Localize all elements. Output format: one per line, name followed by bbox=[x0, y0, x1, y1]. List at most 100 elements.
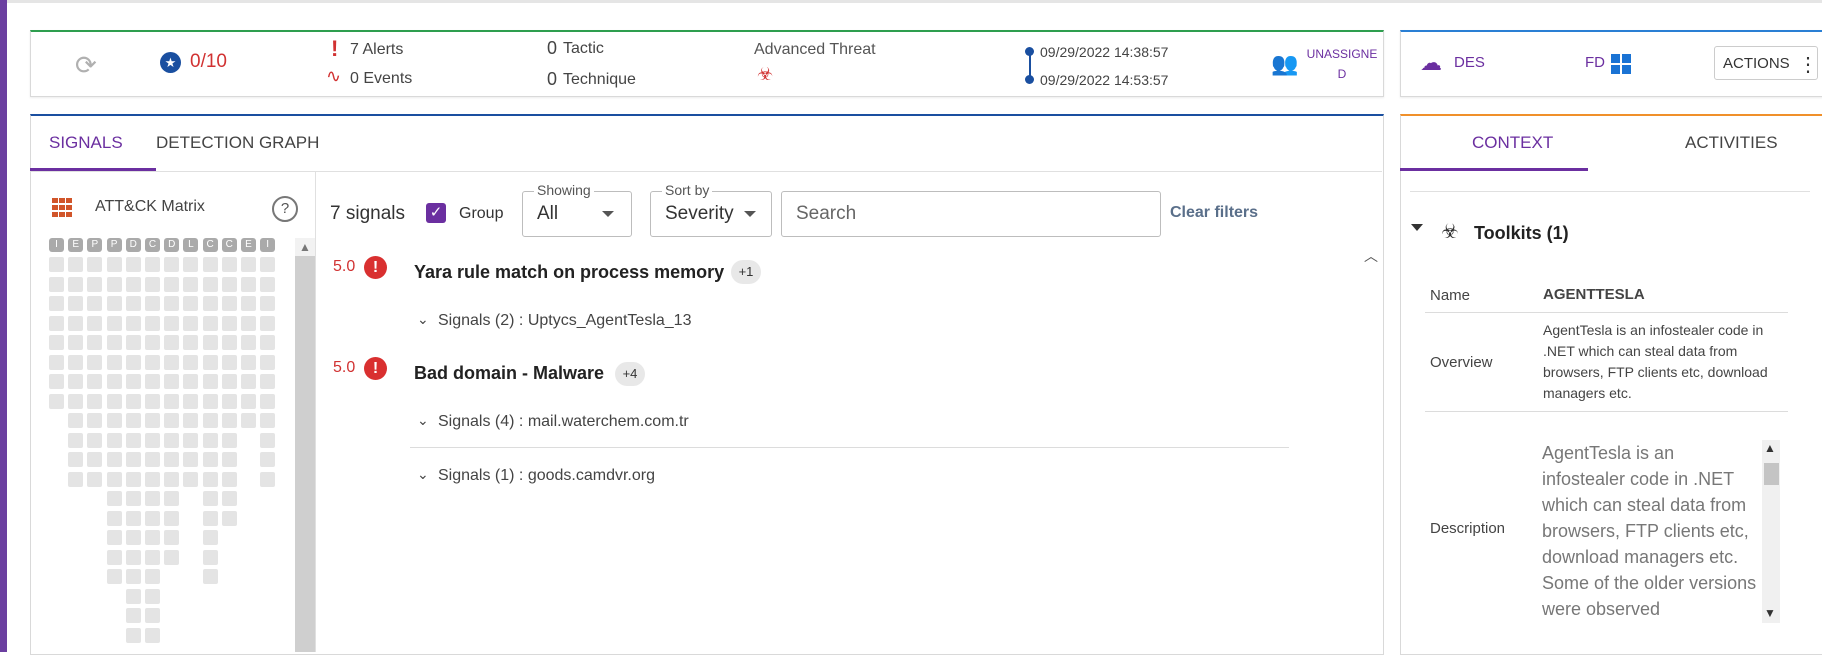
matrix-technique-cell[interactable] bbox=[164, 374, 180, 389]
matrix-technique-cell[interactable] bbox=[145, 432, 160, 448]
matrix-technique-cell[interactable] bbox=[106, 471, 122, 487]
matrix-technique-cell[interactable] bbox=[164, 491, 180, 506]
matrix-technique-cell[interactable] bbox=[49, 315, 64, 331]
matrix-technique-cell[interactable] bbox=[183, 471, 199, 487]
collapse-caret-icon[interactable] bbox=[1411, 224, 1423, 231]
chevron-down-icon[interactable]: ⌄ bbox=[417, 466, 429, 483]
matrix-technique-cell[interactable] bbox=[241, 276, 256, 292]
matrix-technique-cell[interactable] bbox=[49, 354, 64, 370]
matrix-technique-cell[interactable] bbox=[164, 393, 180, 409]
matrix-technique-cell[interactable] bbox=[202, 471, 218, 487]
matrix-technique-cell[interactable] bbox=[260, 315, 276, 331]
matrix-technique-cell[interactable] bbox=[202, 393, 218, 409]
matrix-technique-cell[interactable] bbox=[183, 413, 199, 428]
matrix-technique-cell[interactable] bbox=[202, 491, 218, 506]
matrix-tactic-header[interactable]: I bbox=[260, 238, 276, 252]
matrix-technique-cell[interactable] bbox=[183, 296, 199, 311]
matrix-technique-cell[interactable] bbox=[125, 588, 141, 604]
matrix-technique-cell[interactable] bbox=[106, 432, 122, 448]
matrix-technique-cell[interactable] bbox=[260, 354, 276, 370]
matrix-technique-cell[interactable] bbox=[202, 374, 218, 389]
matrix-technique-cell[interactable] bbox=[241, 315, 256, 331]
matrix-technique-cell[interactable] bbox=[221, 491, 237, 506]
matrix-technique-cell[interactable] bbox=[125, 608, 141, 623]
matrix-tactic-header[interactable]: C bbox=[145, 238, 160, 252]
matrix-technique-cell[interactable] bbox=[145, 276, 160, 292]
matrix-technique-cell[interactable] bbox=[202, 452, 218, 467]
matrix-technique-cell[interactable] bbox=[183, 393, 199, 409]
matrix-technique-cell[interactable] bbox=[145, 569, 160, 584]
matrix-technique-cell[interactable] bbox=[125, 393, 141, 409]
scroll-down-icon[interactable]: ▼ bbox=[1764, 606, 1776, 620]
matrix-technique-cell[interactable] bbox=[145, 413, 160, 428]
matrix-tactic-header[interactable]: D bbox=[125, 238, 141, 252]
matrix-technique-cell[interactable] bbox=[49, 335, 64, 350]
matrix-technique-cell[interactable] bbox=[106, 257, 122, 272]
matrix-technique-cell[interactable] bbox=[125, 432, 141, 448]
matrix-technique-cell[interactable] bbox=[260, 296, 276, 311]
matrix-technique-cell[interactable] bbox=[202, 335, 218, 350]
matrix-technique-cell[interactable] bbox=[145, 549, 160, 565]
matrix-technique-cell[interactable] bbox=[164, 315, 180, 331]
matrix-tactic-header[interactable]: E bbox=[68, 238, 84, 252]
matrix-technique-cell[interactable] bbox=[68, 257, 84, 272]
matrix-technique-cell[interactable] bbox=[68, 393, 84, 409]
matrix-technique-cell[interactable] bbox=[164, 471, 180, 487]
matrix-technique-cell[interactable] bbox=[125, 569, 141, 584]
description-textarea[interactable]: AgentTesla is an infostealer code in .NE… bbox=[1542, 440, 1760, 623]
matrix-tactic-header[interactable]: I bbox=[49, 238, 64, 252]
help-icon[interactable]: ? bbox=[272, 196, 298, 222]
tab-signals[interactable]: SIGNALS bbox=[49, 133, 123, 153]
matrix-technique-cell[interactable] bbox=[145, 588, 160, 604]
matrix-technique-cell[interactable] bbox=[145, 530, 160, 545]
matrix-technique-cell[interactable] bbox=[106, 413, 122, 428]
matrix-technique-cell[interactable] bbox=[145, 491, 160, 506]
matrix-technique-cell[interactable] bbox=[106, 335, 122, 350]
matrix-technique-cell[interactable] bbox=[183, 257, 199, 272]
matrix-technique-cell[interactable] bbox=[87, 452, 103, 467]
signal-group[interactable]: Signals (4) : mail.waterchem.com.tr bbox=[438, 413, 689, 431]
matrix-technique-cell[interactable] bbox=[68, 315, 84, 331]
matrix-technique-cell[interactable] bbox=[68, 413, 84, 428]
matrix-technique-cell[interactable] bbox=[87, 315, 103, 331]
matrix-technique-cell[interactable] bbox=[221, 315, 237, 331]
matrix-technique-cell[interactable] bbox=[106, 315, 122, 331]
signal-group[interactable]: Signals (2) : Uptycs_AgentTesla_13 bbox=[438, 312, 691, 330]
matrix-scrollbar[interactable] bbox=[295, 238, 315, 652]
matrix-technique-cell[interactable] bbox=[87, 374, 103, 389]
signal-title[interactable]: Yara rule match on process memory bbox=[414, 262, 724, 283]
matrix-technique-cell[interactable] bbox=[164, 335, 180, 350]
matrix-technique-cell[interactable] bbox=[221, 452, 237, 467]
matrix-technique-cell[interactable] bbox=[106, 530, 122, 545]
matrix-technique-cell[interactable] bbox=[241, 257, 256, 272]
matrix-technique-cell[interactable] bbox=[164, 549, 180, 565]
matrix-technique-cell[interactable] bbox=[125, 510, 141, 526]
matrix-technique-cell[interactable] bbox=[202, 257, 218, 272]
matrix-technique-cell[interactable] bbox=[145, 608, 160, 623]
matrix-technique-cell[interactable] bbox=[260, 335, 276, 350]
group-checkbox[interactable]: ✓ bbox=[426, 203, 446, 223]
matrix-technique-cell[interactable] bbox=[183, 335, 199, 350]
matrix-technique-cell[interactable] bbox=[106, 491, 122, 506]
matrix-technique-cell[interactable] bbox=[164, 276, 180, 292]
alerts-count[interactable]: 7 Alerts bbox=[350, 41, 403, 59]
matrix-technique-cell[interactable] bbox=[145, 452, 160, 467]
matrix-technique-cell[interactable] bbox=[145, 335, 160, 350]
matrix-technique-cell[interactable] bbox=[164, 354, 180, 370]
matrix-technique-cell[interactable] bbox=[87, 296, 103, 311]
matrix-technique-cell[interactable] bbox=[125, 530, 141, 545]
description-scroll-thumb[interactable] bbox=[1764, 463, 1779, 485]
matrix-technique-cell[interactable] bbox=[125, 296, 141, 311]
matrix-technique-cell[interactable] bbox=[87, 393, 103, 409]
matrix-technique-cell[interactable] bbox=[202, 530, 218, 545]
matrix-technique-cell[interactable] bbox=[49, 393, 64, 409]
matrix-technique-cell[interactable] bbox=[49, 374, 64, 389]
matrix-technique-cell[interactable] bbox=[145, 374, 160, 389]
matrix-technique-cell[interactable] bbox=[202, 569, 218, 584]
matrix-technique-cell[interactable] bbox=[164, 296, 180, 311]
matrix-technique-cell[interactable] bbox=[87, 354, 103, 370]
matrix-tactic-header[interactable]: L bbox=[183, 238, 199, 252]
matrix-technique-cell[interactable] bbox=[221, 296, 237, 311]
matrix-technique-cell[interactable] bbox=[125, 549, 141, 565]
clear-filters-button[interactable]: Clear filters bbox=[1170, 204, 1258, 222]
